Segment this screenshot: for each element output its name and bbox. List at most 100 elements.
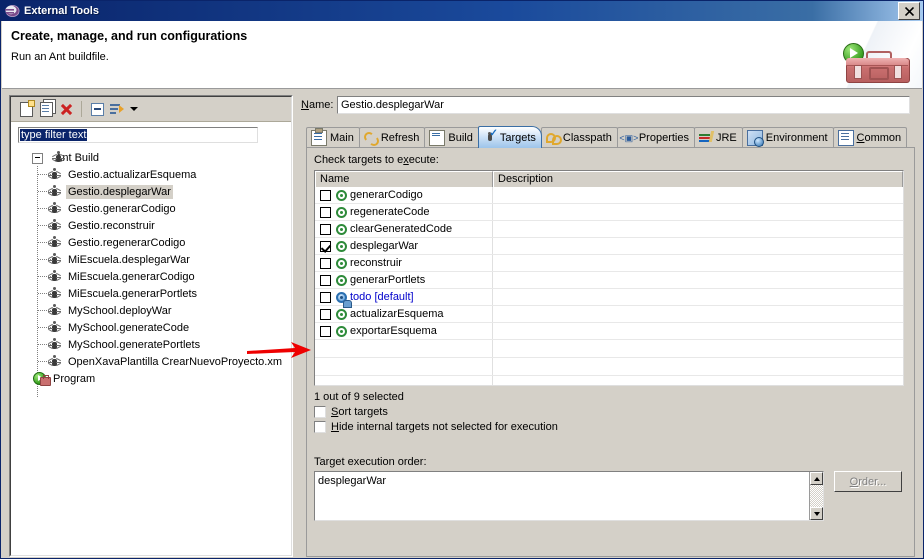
- chevron-up-icon: [814, 477, 820, 481]
- tab-build[interactable]: Build: [424, 127, 478, 148]
- tree-item[interactable]: MySchool.generatePortlets: [11, 336, 291, 353]
- new-launch-configuration-button[interactable]: [16, 100, 36, 119]
- tree-item[interactable]: Gestio.desplegarWar: [11, 183, 291, 200]
- tree-item[interactable]: MiEscuela.generarPortlets: [11, 285, 291, 302]
- table-row[interactable]: clearGeneratedCode: [315, 221, 903, 238]
- sort-targets-label: Sort targets: [331, 406, 388, 418]
- common-tab-icon: [838, 130, 854, 146]
- jre-tab-icon: [699, 131, 713, 145]
- ant-target-icon: [336, 207, 347, 218]
- column-header-description[interactable]: Description: [493, 171, 903, 187]
- new-document-icon: [20, 102, 33, 117]
- tree-item[interactable]: Gestio.generarCodigo: [11, 200, 291, 217]
- hide-internal-targets-checkbox[interactable]: [314, 421, 326, 433]
- tab-environment[interactable]: Environment: [742, 127, 834, 148]
- target-checkbox[interactable]: [320, 258, 331, 269]
- target-checkbox[interactable]: [320, 275, 331, 286]
- collapse-all-button[interactable]: [87, 100, 107, 119]
- duplicate-launch-configuration-button[interactable]: [36, 100, 56, 119]
- tree-item[interactable]: MiEscuela.generarCodigo: [11, 268, 291, 285]
- table-row[interactable]: generarPortlets: [315, 272, 903, 289]
- tree-item-label: Gestio.actualizarEsquema: [66, 168, 198, 182]
- tab-properties[interactable]: <▣> Properties: [617, 127, 695, 148]
- tab-jre-label: JRE: [716, 132, 737, 144]
- tab-jre[interactable]: JRE: [694, 127, 743, 148]
- table-row[interactable]: exportarEsquema: [315, 323, 903, 340]
- ant-target-icon: [48, 287, 61, 300]
- tree-expander-icon[interactable]: [32, 153, 43, 164]
- column-header-name[interactable]: Name: [315, 171, 493, 187]
- hide-internal-targets-row[interactable]: Hide internal targets not selected for e…: [314, 421, 907, 433]
- tree-item[interactable]: OpenXavaPlantilla CrearNuevoProyecto.xm: [11, 353, 291, 370]
- ant-target-icon: [336, 326, 347, 337]
- target-checkbox[interactable]: [320, 309, 331, 320]
- execution-order-list[interactable]: desplegarWar: [314, 471, 824, 521]
- table-row-default-target[interactable]: todo [default]: [315, 289, 903, 306]
- targets-table[interactable]: Name Description generarCodigo: [314, 170, 904, 386]
- execution-order-item[interactable]: desplegarWar: [315, 472, 823, 488]
- classpath-tab-icon: [546, 131, 560, 145]
- configurations-tree[interactable]: Ant Build Gestio.actualizarEsquema Gesti…: [11, 149, 291, 555]
- order-button[interactable]: Order...: [834, 471, 902, 492]
- tree-item[interactable]: Gestio.reconstruir: [11, 217, 291, 234]
- filter-input[interactable]: type filter text: [18, 127, 258, 143]
- table-header: Name Description: [315, 171, 903, 187]
- table-empty-row: [315, 376, 903, 386]
- desplegarWar-checkbox[interactable]: [320, 241, 331, 252]
- scrollbar-track[interactable]: [810, 485, 823, 507]
- tree-item[interactable]: MySchool.generateCode: [11, 319, 291, 336]
- banner-subtitle: Run an Ant buildfile.: [11, 51, 109, 63]
- table-row[interactable]: reconstruir: [315, 255, 903, 272]
- ant-target-icon: [48, 253, 61, 266]
- tab-common-label: Common: [857, 132, 902, 144]
- tab-common[interactable]: Common: [833, 127, 908, 148]
- target-checkbox[interactable]: [320, 190, 331, 201]
- tab-build-label: Build: [448, 132, 472, 144]
- eclipse-icon: [5, 4, 20, 18]
- name-input[interactable]: [337, 96, 910, 114]
- table-row[interactable]: actualizarEsquema: [315, 306, 903, 323]
- ant-target-icon: [48, 219, 61, 232]
- ant-target-icon: [48, 355, 61, 368]
- target-checkbox[interactable]: [320, 326, 331, 337]
- tree-item-label: MySchool.generatePortlets: [66, 338, 202, 352]
- tab-classpath[interactable]: Classpath: [541, 127, 618, 148]
- tree-item[interactable]: Gestio.actualizarEsquema: [11, 166, 291, 183]
- target-checkbox[interactable]: [320, 207, 331, 218]
- main-tab-icon: [311, 130, 327, 146]
- tab-refresh[interactable]: Refresh: [359, 127, 426, 148]
- tab-targets[interactable]: ✓ Targets: [478, 126, 542, 148]
- tab-main[interactable]: Main: [306, 127, 360, 148]
- tree-item[interactable]: MySchool.deployWar: [11, 302, 291, 319]
- ant-target-icon: [48, 185, 61, 198]
- delete-launch-configuration-button[interactable]: [56, 100, 76, 119]
- tree-root-ant-build[interactable]: Ant Build: [11, 149, 291, 166]
- target-checkbox[interactable]: [320, 224, 331, 235]
- ant-target-icon: [336, 190, 347, 201]
- target-description: [493, 238, 903, 254]
- execution-order-scrollbar[interactable]: [809, 472, 823, 520]
- targets-tab-panel: Check targets to execute: Name Descripti…: [306, 147, 915, 557]
- filter-menu-button[interactable]: [127, 100, 141, 119]
- table-row[interactable]: generarCodigo: [315, 187, 903, 204]
- table-row-selected[interactable]: desplegarWar: [315, 238, 903, 255]
- target-name: reconstruir: [350, 256, 402, 270]
- table-row[interactable]: regenerateCode: [315, 204, 903, 221]
- sort-targets-checkbox[interactable]: [314, 406, 326, 418]
- target-description: [493, 323, 903, 339]
- scroll-down-button[interactable]: [810, 507, 823, 520]
- target-name: actualizarEsquema: [350, 307, 444, 321]
- filter-button[interactable]: [107, 100, 127, 119]
- external-tools-dialog: External Tools Create, manage, and run c…: [0, 0, 924, 559]
- ant-target-icon: [48, 270, 61, 283]
- tree-item[interactable]: Gestio.regenerarCodigo: [11, 234, 291, 251]
- ant-build-icon: [52, 151, 65, 164]
- scroll-up-button[interactable]: [810, 472, 823, 485]
- sort-targets-row[interactable]: Sort targets: [314, 406, 907, 418]
- target-checkbox[interactable]: [320, 292, 331, 303]
- close-button[interactable]: [898, 2, 920, 20]
- tree-root-program[interactable]: Program: [11, 370, 291, 387]
- toolbar-separator: [81, 101, 82, 117]
- header-banner: Create, manage, and run configurations R…: [2, 21, 922, 89]
- tree-item[interactable]: MiEscuela.desplegarWar: [11, 251, 291, 268]
